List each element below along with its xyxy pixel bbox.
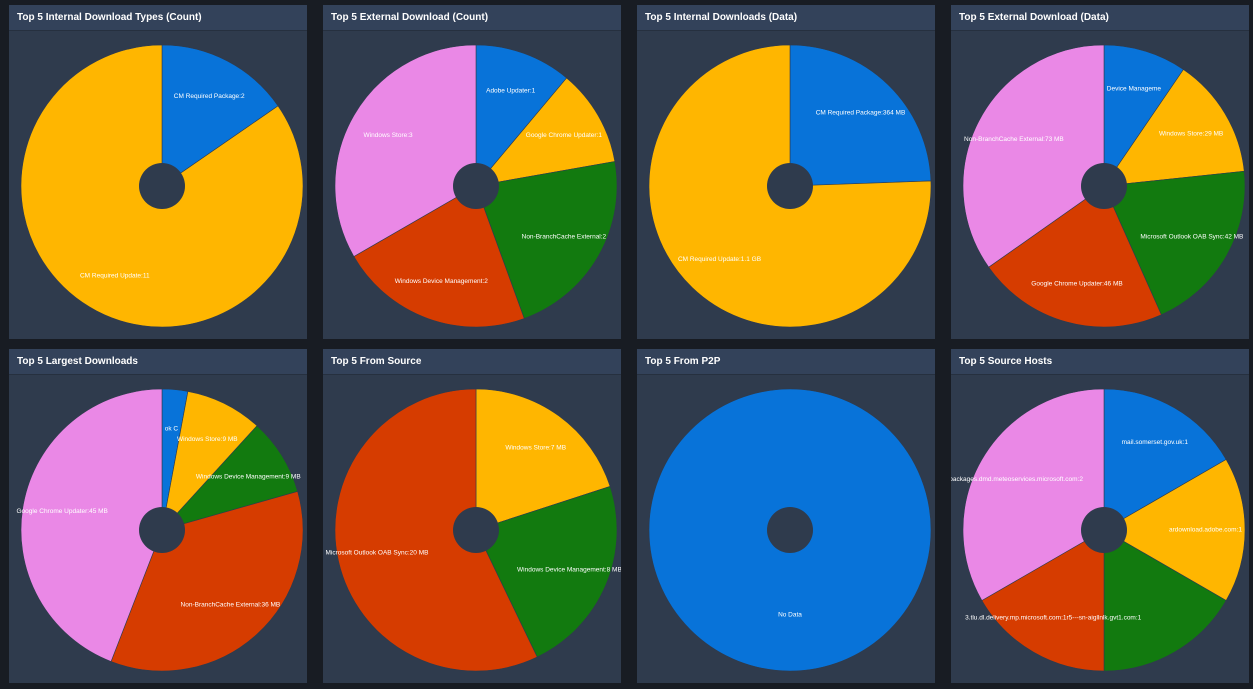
panel-title: Top 5 External Download (Count) [323, 5, 621, 31]
panel-title: Top 5 Source Hosts [951, 349, 1249, 375]
panel-title: Top 5 From Source [323, 349, 621, 375]
pie-chart: CM Required Package:2 CM Required Update:… [20, 44, 304, 328]
pie-slice-label: Windows Device Management:2 [395, 278, 489, 285]
pie-slice-label: Windows Device Management:9 MB [196, 473, 301, 480]
pie-slice-label: ok C [165, 426, 179, 433]
pie-chart: No Data [648, 388, 932, 672]
pie-slice-label: Non-BranchCache External:2 [522, 234, 607, 241]
donut-hole [767, 507, 813, 553]
panel-source-hosts: Top 5 Source Hosts mail.somerset.gov.uk:… [951, 349, 1249, 683]
donut-hole [453, 163, 499, 209]
panel-title: Top 5 Largest Downloads [9, 349, 307, 375]
pie-chart: Windows Store:7 MB Windows Device Managem… [326, 388, 621, 672]
pie-slice-label: packages.dmd.meteoservices.microsoft.com… [951, 476, 1083, 483]
pie-slice-label: Google Chrome Updater:45 MB [16, 508, 107, 515]
donut-hole [139, 163, 185, 209]
pie-slice-label: CM Required Update:1.1 GB [678, 256, 761, 263]
pie-chart: ok C Windows Store:9 MB Windows Device Man… [16, 388, 304, 672]
donut-hole [453, 507, 499, 553]
panel-largest-downloads: Top 5 Largest Downloads ok C Windows Stor… [9, 349, 307, 683]
pie-slice-label: mail.somerset.gov.uk:1 [1122, 439, 1189, 446]
panel-from-p2p: Top 5 From P2P No Data [637, 349, 935, 683]
pie-slice-label: Non-BranchCache External:36 MB [181, 602, 281, 609]
pie-slice-label: Windows Store:3 [364, 132, 414, 139]
pie-chart: CM Required Package:364 MB CM Required Up… [648, 44, 932, 328]
pie-slice-label: Google Chrome Updater:46 MB [1031, 281, 1122, 288]
pie-slice-label: Adobe Updater:1 [486, 87, 536, 94]
pie-slice-label: No Data [778, 611, 802, 618]
pie-slice-label: ardownload.adobe.com:1 [1169, 527, 1242, 534]
pie-slice-label: Windows Store:9 MB [177, 436, 238, 443]
pie-slice-label: Windows Store:7 MB [505, 445, 566, 452]
donut-hole [767, 163, 813, 209]
panel-from-source: Top 5 From Source Windows Store:7 MB Wind… [323, 349, 621, 683]
panel-title: Top 5 Internal Download Types (Count) [9, 5, 307, 31]
pie-slice-label: Windows Device Management:8 MB [517, 567, 621, 574]
pie-chart: mail.somerset.gov.uk:1 ardownload.adobe.c… [951, 388, 1246, 672]
panel-internal-downloads-data: Top 5 Internal Downloads (Data) CM Requi… [637, 5, 935, 339]
pie-slice-label: Windows Store:29 MB [1159, 131, 1223, 138]
panel-external-download-data: Top 5 External Download (Data) Device Ma… [951, 5, 1249, 339]
pie-slice-label: CM Required Package:2 [174, 93, 245, 100]
pie-slice-label: 3.tlu.dl.delivery.mp.microsoft.com:1r5--… [965, 615, 1142, 622]
panel-title: Top 5 External Download (Data) [951, 5, 1249, 31]
donut-hole [139, 507, 185, 553]
pie-slice-label: CM Required Package:364 MB [816, 110, 906, 117]
panel-title: Top 5 From P2P [637, 349, 935, 375]
panel-external-download-count: Top 5 External Download (Count) Adobe Up… [323, 5, 621, 339]
panel-title: Top 5 Internal Downloads (Data) [637, 5, 935, 31]
pie-slice-label: Microsoft Outlook OAB Sync:20 MB [326, 549, 429, 556]
pie-slice-label: Non-BranchCache External:73 MB [964, 136, 1064, 143]
donut-hole [1081, 163, 1127, 209]
donut-hole [1081, 507, 1127, 553]
pie-chart: Device Manageme Windows Store:29 MB Micros… [962, 44, 1246, 328]
pie-slice-label: Microsoft Outlook OAB Sync:42 MB [1140, 234, 1243, 241]
pie-slice-label: CM Required Update:11 [80, 273, 150, 280]
pie-slice-label: Device Manageme [1107, 86, 1162, 93]
panel-internal-download-types-count: Top 5 Internal Download Types (Count) CM… [9, 5, 307, 339]
pie-slice-label: Google Chrome Updater:1 [526, 132, 603, 139]
pie-chart: Adobe Updater:1 Google Chrome Updater:1 No… [334, 44, 618, 328]
